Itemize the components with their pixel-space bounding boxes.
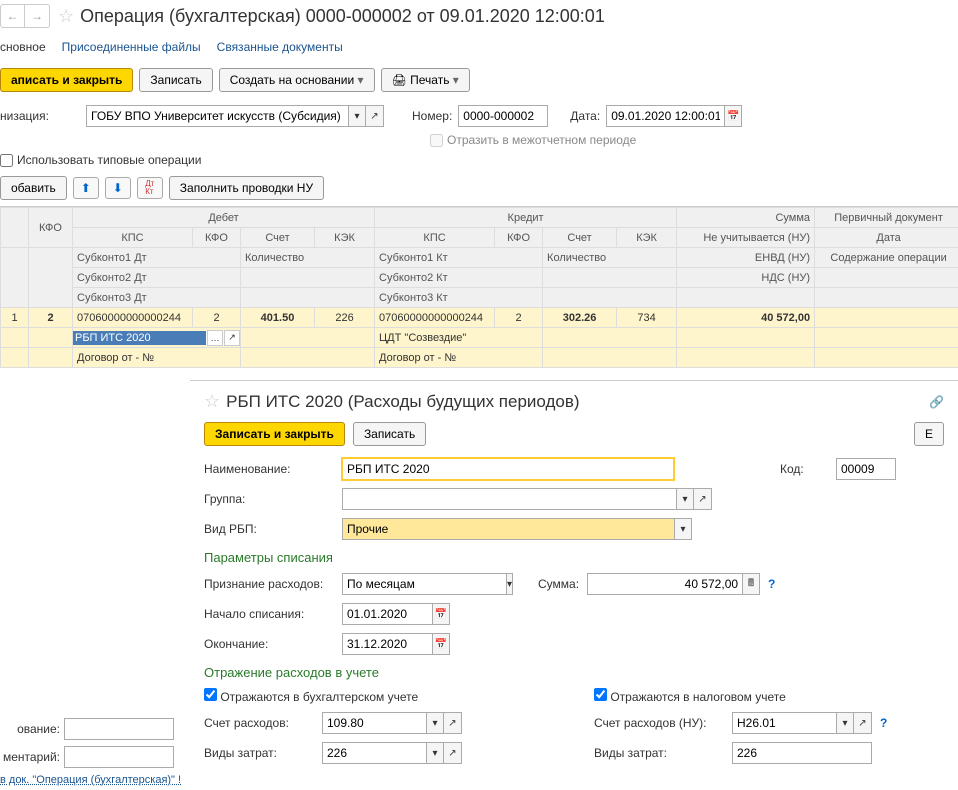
end-date-input[interactable]: [342, 633, 432, 655]
account-bu-open-icon[interactable]: ↗: [444, 712, 462, 734]
tab-main[interactable]: сновное: [0, 40, 46, 54]
subkonto1-dt-cell[interactable]: РБП ИТС 2020: [73, 331, 206, 345]
group-dropdown-icon[interactable]: ▾: [676, 488, 694, 510]
expense-recog-input[interactable]: [342, 573, 506, 595]
table-row[interactable]: 1 2 07060000000000244 2 401.50 226 07060…: [1, 308, 958, 328]
sum-label: Сумма:: [538, 577, 579, 591]
dt-kt-button[interactable]: ДтКт: [137, 177, 163, 199]
nav-forward-icon[interactable]: →: [25, 5, 49, 27]
group-open-icon[interactable]: ↗: [694, 488, 712, 510]
favorite-star-icon[interactable]: ☆: [58, 6, 74, 27]
share-icon[interactable]: 🔗: [929, 395, 944, 409]
end-label: Окончание:: [204, 637, 334, 651]
start-calendar-icon[interactable]: 📅: [432, 603, 450, 625]
entries-table: КФО Дебет Кредит Сумма Первичный докумен…: [0, 207, 958, 368]
date-input[interactable]: [606, 105, 724, 127]
cost-type-bu-label: Виды затрат:: [204, 746, 314, 760]
account-bu-dropdown-icon[interactable]: ▾: [426, 712, 444, 734]
panel-save-close-button[interactable]: Записать и закрыть: [204, 422, 345, 446]
panel-save-button[interactable]: Записать: [353, 422, 426, 446]
group-input[interactable]: [342, 488, 676, 510]
fill-nu-button[interactable]: Заполнить проводки НУ: [169, 176, 324, 200]
add-button[interactable]: обавить: [0, 176, 67, 200]
create-based-button[interactable]: Создать на основании: [219, 68, 375, 92]
account-nu-label: Счет расходов (НУ):: [594, 716, 724, 730]
tab-related[interactable]: Связанные документы: [217, 40, 343, 54]
panel-star-icon[interactable]: ☆: [204, 391, 220, 412]
section-params: Параметры списания: [204, 550, 944, 565]
account-bu-input[interactable]: [322, 712, 426, 734]
cost-type-bu-dropdown-icon[interactable]: ▾: [426, 742, 444, 764]
page-title: Операция (бухгалтерская) 0000-000002 от …: [80, 6, 605, 27]
date-label: Дата:: [570, 109, 600, 123]
code-label: Код:: [780, 462, 828, 476]
print-button[interactable]: 🖨 Печать: [381, 68, 470, 92]
vid-rbp-dropdown-icon[interactable]: ▾: [674, 518, 692, 540]
nav-arrows[interactable]: ← →: [0, 4, 50, 28]
reflect-nu-checkbox[interactable]: Отражаются в налоговом учете: [594, 688, 786, 704]
cost-type-nu-input[interactable]: [732, 742, 872, 764]
name-label: Наименование:: [204, 462, 334, 476]
expense-recog-label: Признание расходов:: [204, 577, 334, 591]
number-input[interactable]: [458, 105, 548, 127]
comment-input[interactable]: [64, 746, 174, 768]
start-date-input[interactable]: [342, 603, 432, 625]
help-nu-icon[interactable]: ?: [880, 716, 887, 730]
start-label: Начало списания:: [204, 607, 334, 621]
base-label: ование:: [0, 722, 60, 736]
cost-type-bu-open-icon[interactable]: ↗: [444, 742, 462, 764]
org-open-icon[interactable]: ↗: [366, 105, 384, 127]
expense-recog-dropdown-icon[interactable]: ▾: [506, 573, 513, 595]
cost-type-nu-label: Виды затрат:: [594, 746, 724, 760]
comment-label: ментарий:: [0, 750, 60, 764]
doc-link[interactable]: в док. "Операция (бухгалтерская)" !: [0, 774, 181, 786]
cost-type-bu-input[interactable]: [322, 742, 426, 764]
group-label: Группа:: [204, 492, 334, 506]
sum-input[interactable]: [587, 573, 742, 595]
section-reflect: Отражение расходов в учете: [204, 665, 944, 680]
rbp-panel: ☆ РБП ИТС 2020 (Расходы будущих периодов…: [190, 380, 958, 782]
calculator-icon[interactable]: 🖩: [742, 573, 760, 595]
account-bu-label: Счет расходов:: [204, 716, 314, 730]
calendar-icon[interactable]: 📅: [724, 105, 742, 127]
reflect-bu-checkbox[interactable]: Отражаются в бухгалтерском учете: [204, 688, 418, 704]
move-up-button[interactable]: ⬆: [73, 177, 99, 199]
account-nu-open-icon[interactable]: ↗: [854, 712, 872, 734]
vid-rbp-input[interactable]: [342, 518, 674, 540]
save-close-button[interactable]: аписать и закрыть: [0, 68, 133, 92]
nav-back-icon[interactable]: ←: [1, 5, 25, 27]
account-nu-dropdown-icon[interactable]: ▾: [836, 712, 854, 734]
vid-rbp-label: Вид РБП:: [204, 522, 334, 536]
base-input[interactable]: [64, 718, 174, 740]
code-input[interactable]: [836, 458, 896, 480]
panel-more-button[interactable]: Е: [914, 422, 944, 446]
end-calendar-icon[interactable]: 📅: [432, 633, 450, 655]
number-label: Номер:: [412, 109, 452, 123]
tab-attached[interactable]: Присоединенные файлы: [62, 40, 201, 54]
panel-title: РБП ИТС 2020 (Расходы будущих периодов): [226, 392, 579, 412]
move-down-button[interactable]: ⬇: [105, 177, 131, 199]
reflect-checkbox[interactable]: Отразить в межотчетном периоде: [430, 133, 636, 147]
use-typical-checkbox[interactable]: Использовать типовые операции: [0, 153, 201, 167]
cell-more-icon[interactable]: …: [207, 330, 223, 346]
account-nu-input[interactable]: [732, 712, 836, 734]
cell-open-icon[interactable]: ↗: [224, 330, 240, 346]
org-dropdown-icon[interactable]: ▾: [348, 105, 366, 127]
org-label: низация:: [0, 109, 80, 123]
save-button[interactable]: Записать: [139, 68, 212, 92]
org-input[interactable]: [86, 105, 348, 127]
name-input[interactable]: [342, 458, 674, 480]
help-icon[interactable]: ?: [768, 577, 775, 591]
